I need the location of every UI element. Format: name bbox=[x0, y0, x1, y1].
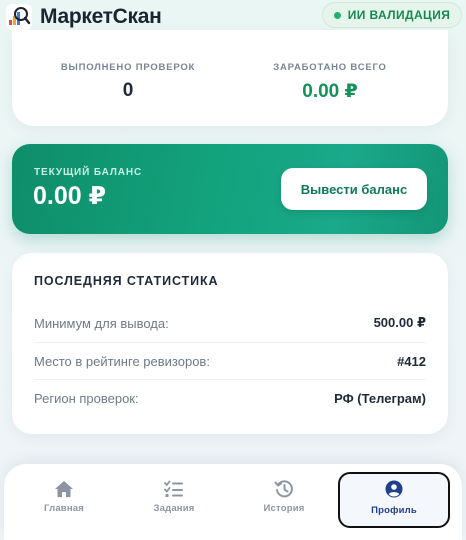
checks-value: 0 bbox=[122, 80, 134, 101]
stats-card: ВЫПОЛНЕНО ПРОВЕРОК 0 ЗАРАБОТАНО ВСЕГО 0.… bbox=[12, 30, 448, 126]
min-withdraw-value: 500.00 ₽ bbox=[373, 315, 426, 330]
earned-label: ЗАРАБОТАНО ВСЕГО bbox=[273, 62, 387, 73]
min-withdraw-label: Минимум для вывода: bbox=[34, 315, 169, 331]
nav-item-home[interactable]: Главная bbox=[8, 464, 120, 540]
region-value: РФ (Телеграм) bbox=[334, 390, 426, 406]
status-dot-icon bbox=[333, 11, 341, 19]
region-label: Регион проверок: bbox=[34, 390, 139, 406]
recent-stats-title: ПОСЛЕДНЯЯ СТАТИСТИКА bbox=[34, 274, 219, 288]
user-circle-icon bbox=[384, 480, 404, 498]
earned-stat: ЗАРАБОТАНО ВСЕГО 0.00 ₽ bbox=[230, 62, 430, 103]
balance-value: 0.00 ₽ bbox=[33, 182, 106, 210]
divider bbox=[34, 379, 426, 380]
checks-stat: ВЫПОЛНЕНО ПРОВЕРОК 0 bbox=[28, 62, 228, 102]
nav-label-history: История bbox=[263, 503, 305, 514]
checklist-icon bbox=[164, 480, 184, 498]
history-icon bbox=[274, 480, 294, 498]
checks-label: ВЫПОЛНЕНО ПРОВЕРОК bbox=[60, 62, 196, 73]
earned-value: 0.00 ₽ bbox=[302, 81, 358, 102]
nav-item-history[interactable]: История bbox=[228, 464, 340, 540]
nav-label-tasks: Задания bbox=[153, 503, 195, 514]
home-icon bbox=[54, 480, 74, 498]
stat-row-rating: Место в рейтинге ревизоров: #412 bbox=[34, 351, 426, 371]
divider bbox=[34, 342, 426, 343]
rating-label: Место в рейтинге ревизоров: bbox=[34, 353, 210, 369]
stat-row-region: Регион проверок: РФ (Телеграм) bbox=[34, 388, 426, 408]
nav-label-profile: Профиль bbox=[371, 505, 417, 516]
balance-label: ТЕКУЩИЙ БАЛАНС bbox=[34, 167, 143, 178]
nav-label-home: Главная bbox=[43, 503, 85, 514]
withdraw-balance-button[interactable]: Вывести баланс bbox=[281, 168, 427, 210]
ai-validation-label: ИИ ВАЛИДАЦИЯ bbox=[347, 8, 451, 22]
app-title: МаркетСкан bbox=[40, 5, 162, 28]
nav-item-profile[interactable]: Профиль bbox=[338, 472, 450, 528]
balance-card: ТЕКУЩИЙ БАЛАНС 0.00 ₽ Вывести баланс bbox=[12, 144, 448, 234]
app-header: МаркетСкан ИИ ВАЛИДАЦИЯ bbox=[0, 0, 466, 34]
nav-item-tasks[interactable]: Задания bbox=[118, 464, 230, 540]
rating-value: #412 bbox=[397, 353, 426, 369]
bottom-nav: Главная Задания История Профиль bbox=[4, 464, 462, 540]
ai-validation-badge: ИИ ВАЛИДАЦИЯ bbox=[322, 2, 462, 28]
magnifier-logo-icon bbox=[6, 4, 32, 30]
recent-stats-card: ПОСЛЕДНЯЯ СТАТИСТИКА Минимум для вывода:… bbox=[12, 253, 448, 434]
stat-row-min-withdraw: Минимум для вывода: 500.00 ₽ bbox=[34, 313, 426, 333]
